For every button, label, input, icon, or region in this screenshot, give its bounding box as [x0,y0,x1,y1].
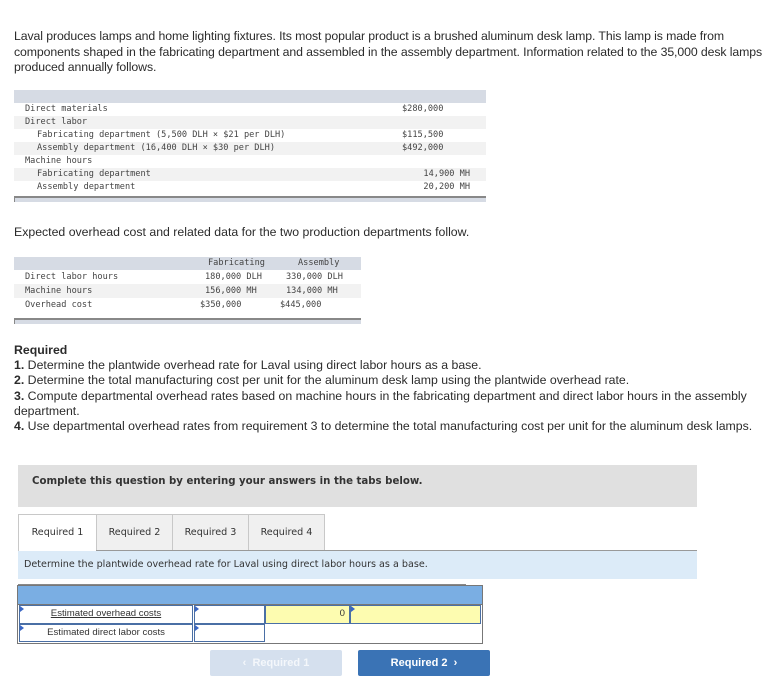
row-label: Fabricating department (5,500 DLH × $21 … [37,130,286,140]
table-header-row: Fabricating Assembly [14,257,361,270]
table-row: Fabricating department (5,500 DLH × $21 … [14,129,486,142]
input-flag-icon [351,606,355,612]
direct-labor-label: Estimated direct labor costs [47,627,165,638]
row-label: Machine hours [25,156,93,166]
expected-overhead-text: Expected overhead cost and related data … [14,225,470,239]
row-label: Direct labor [25,117,88,127]
table-row: Fabricating department 14,900 MH [14,168,486,181]
row-value: $115,500 [402,130,444,140]
row-label: Fabricating department [37,169,151,179]
overhead-costs-label-cell[interactable]: Estimated overhead costs [19,605,193,624]
tab-required-3[interactable]: Required 3 [172,514,249,551]
instructions-banner: Complete this question by entering your … [18,465,697,507]
table-footer [14,196,486,202]
row-label: Direct labor hours [25,272,119,282]
next-label: Required 2 [390,657,448,669]
instruction-text: Determine the plantwide overhead rate fo… [24,559,428,570]
cell: 330,000 DLH [286,272,343,282]
table-row: Machine hours [14,155,486,168]
required-item: 2. Determine the total manufacturing cos… [14,373,759,388]
row-value: $492,000 [402,143,444,153]
chevron-right-icon: › [453,657,458,669]
cell: 156,000 MH [205,286,257,296]
table-footer [14,318,361,324]
item-text: Determine the plantwide overhead rate fo… [24,358,482,373]
item-text: Compute departmental overhead rates base… [14,388,747,418]
chevron-left-icon: ‹ [242,657,247,669]
row-value: $280,000 [402,104,444,114]
cell: 180,000 DLH [205,272,262,282]
table-row: Assembly department (16,400 DLH × $30 pe… [14,142,486,155]
table-row: Machine hours 156,000 MH 134,000 MH [14,284,361,298]
table-row: Direct materials $280,000 [14,103,486,116]
overhead-costs-input[interactable] [194,605,265,624]
table-row: Direct labor hours 180,000 DLH 330,000 DLH [14,270,361,284]
banner-text: Complete this question by entering your … [32,476,423,487]
required-title: Required [14,343,68,357]
item-text: Determine the total manufacturing cost p… [24,373,630,388]
row-value: 20,200 MH [423,182,470,192]
result-value: 0 [339,608,345,619]
column-header: Fabricating [208,258,265,268]
row-label: Assembly department [37,182,136,192]
grid-header [18,586,482,605]
column-header: Assembly [298,258,340,268]
next-required-button[interactable]: Required 2 › [358,650,490,676]
table-row: Overhead cost $350,000 $445,000 [14,298,361,312]
item-number: 2. [14,373,25,388]
row-label: Machine hours [25,286,93,296]
cell: 134,000 MH [286,286,338,296]
table-header [14,90,486,103]
row-label: Overhead cost [25,300,93,310]
row-value: 14,900 MH [423,169,470,179]
cell: $350,000 [200,300,242,310]
input-flag-icon [195,606,199,612]
row-label: Direct materials [25,104,108,114]
direct-labor-label-cell[interactable]: Estimated direct labor costs [19,624,193,642]
required-section: Required 1. Determine the plantwide over… [14,343,759,434]
required-item: 4. Use departmental overhead rates from … [14,419,759,434]
answer-grid: Estimated overhead costs 0 Estimated dir… [17,585,483,644]
previous-required-button[interactable]: ‹ Required 1 [210,650,342,676]
input-flag-icon [195,625,199,631]
previous-label: Required 1 [252,657,310,669]
problem-intro: Laval produces lamps and home lighting f… [14,29,763,74]
rate-unit-input[interactable] [350,605,481,624]
table-row: Direct labor [14,116,486,129]
item-text: Use departmental overhead rates from req… [24,419,753,434]
tab-required-4[interactable]: Required 4 [248,514,325,551]
tab-required-1[interactable]: Required 1 [18,514,97,552]
direct-labor-input[interactable] [194,624,265,642]
overhead-data-table: Fabricating Assembly Direct labor hours 1… [14,257,361,324]
cell: $445,000 [280,300,322,310]
tab-required-2[interactable]: Required 2 [96,514,173,551]
rate-result-cell: 0 [265,605,350,624]
item-number: 3. [14,388,25,403]
required-item: 1. Determine the plantwide overhead rate… [14,358,759,373]
table-row: Assembly department 20,200 MH [14,181,486,194]
item-number: 1. [14,358,25,373]
overhead-costs-label[interactable]: Estimated overhead costs [20,608,192,619]
required-item: 3. Compute departmental overhead rates b… [14,389,759,419]
tab-instruction: Determine the plantwide overhead rate fo… [18,551,697,579]
item-number: 4. [14,419,25,434]
row-label: Assembly department (16,400 DLH × $30 pe… [37,143,275,153]
cost-data-table: Direct materials $280,000 Direct labor Fa… [14,90,486,202]
